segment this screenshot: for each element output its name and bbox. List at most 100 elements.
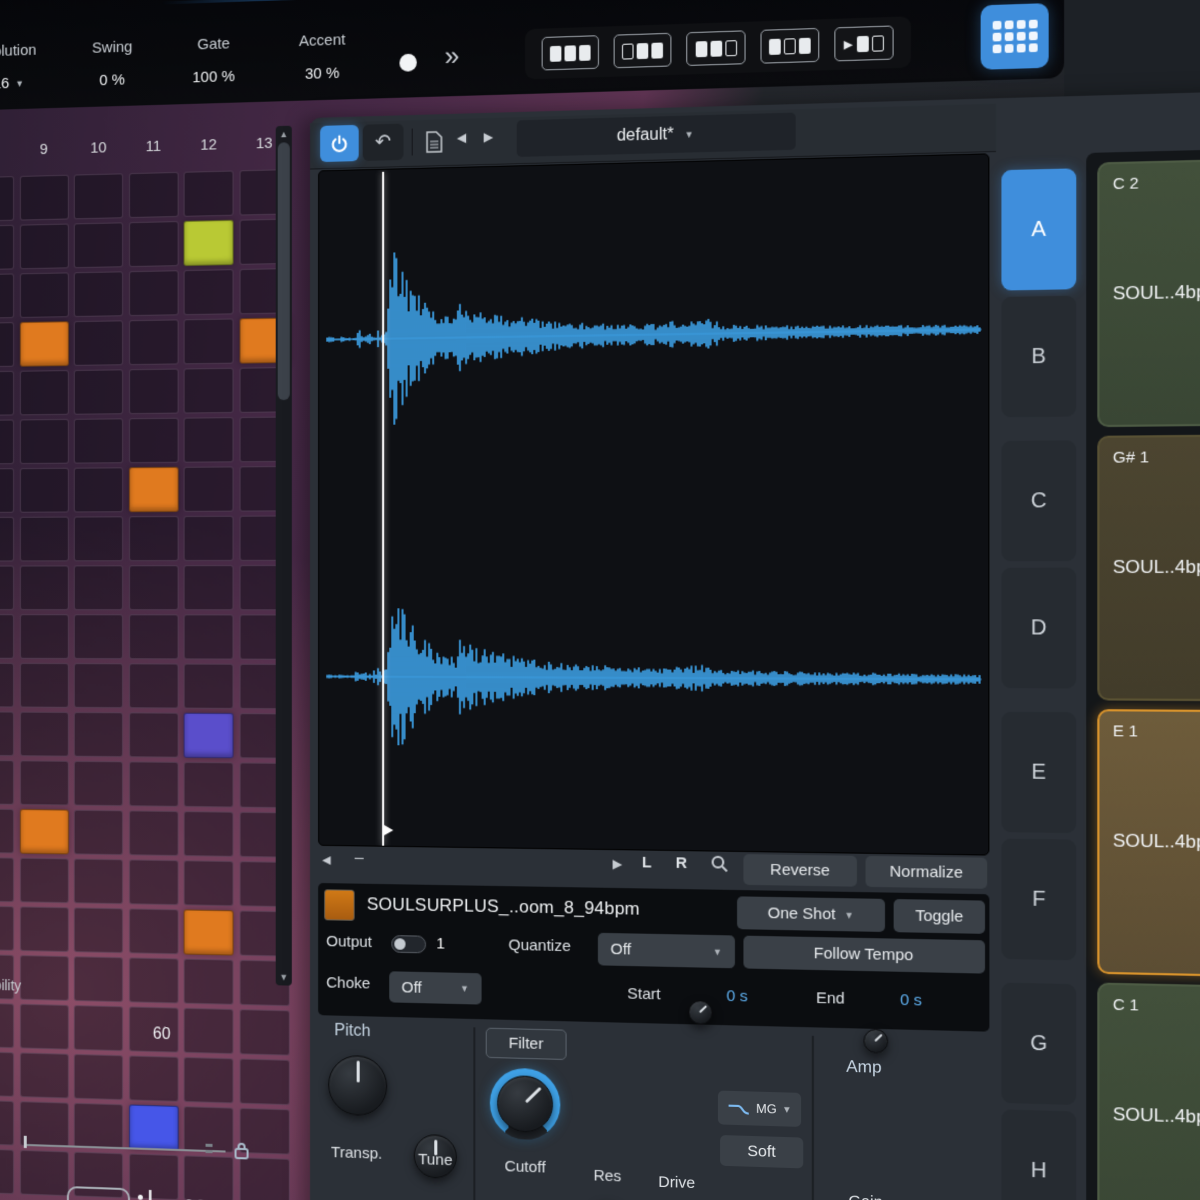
step-cell[interactable] xyxy=(129,859,179,905)
step-cell[interactable] xyxy=(184,516,234,561)
step-cell[interactable] xyxy=(239,1009,289,1056)
step-cell[interactable] xyxy=(19,906,68,952)
step-cell[interactable] xyxy=(184,1155,234,1200)
probability-value[interactable]: 60 xyxy=(140,1025,184,1045)
step-cell[interactable] xyxy=(0,371,14,416)
step-cell[interactable] xyxy=(74,1005,123,1051)
resolution-dropdown[interactable]: 1/16 ▼ xyxy=(0,74,24,93)
transpose-knob[interactable] xyxy=(328,1055,387,1117)
step-cell[interactable] xyxy=(129,810,179,856)
step-cell[interactable] xyxy=(0,663,14,708)
quantize-dropdown[interactable]: Off ▼ xyxy=(598,933,735,968)
step-cell[interactable] xyxy=(0,322,14,367)
step-cell[interactable] xyxy=(19,1101,68,1147)
step-cell[interactable] xyxy=(74,173,123,219)
sample-pad[interactable]: C 1SOUL..4bpm xyxy=(1097,982,1200,1200)
step-cell[interactable] xyxy=(74,565,123,610)
step-cell[interactable] xyxy=(0,711,14,756)
step-cell[interactable] xyxy=(74,320,123,366)
one-shot-dropdown[interactable]: One Shot ▼ xyxy=(737,896,885,932)
step-cell[interactable] xyxy=(74,467,123,512)
step-cell[interactable] xyxy=(129,270,179,316)
step-cell[interactable] xyxy=(184,318,234,364)
filter-section-button[interactable]: Filter xyxy=(486,1028,567,1060)
step-cell[interactable] xyxy=(74,271,123,317)
step-cell[interactable] xyxy=(19,1150,68,1196)
step-cell[interactable] xyxy=(184,713,234,759)
step-cell[interactable] xyxy=(184,466,234,511)
undo-button[interactable]: ↶ xyxy=(363,124,404,161)
scrollbar-thumb[interactable] xyxy=(278,142,290,400)
step-cell[interactable] xyxy=(184,1057,234,1104)
step-cell[interactable] xyxy=(184,170,234,216)
pad-mode-button[interactable] xyxy=(981,3,1049,70)
step-cell[interactable] xyxy=(19,370,68,415)
toggle-button[interactable]: Toggle xyxy=(894,899,985,934)
accent-dot-button[interactable] xyxy=(399,54,416,72)
scroll-left-icon[interactable]: ◀ xyxy=(322,853,331,867)
step-cell[interactable] xyxy=(0,468,14,513)
step-cell[interactable] xyxy=(19,614,68,659)
step-cell[interactable] xyxy=(129,614,179,659)
step-cell[interactable] xyxy=(239,1058,289,1105)
step-cell[interactable] xyxy=(0,517,14,562)
cutoff-knob[interactable] xyxy=(490,1067,561,1140)
step-cell[interactable] xyxy=(0,857,14,902)
pattern-variation-button-3[interactable] xyxy=(687,30,746,66)
step-cell[interactable] xyxy=(74,222,123,268)
step-cell[interactable] xyxy=(129,418,179,463)
step-cell[interactable] xyxy=(0,614,14,659)
end-knob[interactable] xyxy=(863,1029,888,1054)
play-sample-icon[interactable]: ▶ xyxy=(613,856,623,871)
sample-pad[interactable]: C 2SOUL..4bpm xyxy=(1097,159,1200,427)
step-cell[interactable] xyxy=(19,955,68,1001)
step-cell[interactable] xyxy=(74,516,123,561)
step-cell[interactable] xyxy=(0,176,14,222)
step-cell[interactable] xyxy=(0,1148,14,1194)
step-cell[interactable] xyxy=(184,664,234,709)
pattern-variation-button-4[interactable] xyxy=(760,28,819,64)
step-cell[interactable] xyxy=(74,369,123,414)
step-cell[interactable] xyxy=(184,1008,234,1054)
step-cell[interactable] xyxy=(74,418,123,463)
step-cell[interactable] xyxy=(19,1052,68,1098)
step-cell[interactable] xyxy=(129,369,179,415)
slider-handle[interactable] xyxy=(24,1136,27,1148)
step-cell[interactable] xyxy=(184,565,234,610)
swing-value[interactable]: 0 % xyxy=(81,71,144,90)
step-cell[interactable] xyxy=(129,565,179,610)
step-cell[interactable] xyxy=(0,1051,14,1097)
step-cell[interactable] xyxy=(129,761,179,807)
pad-letter-tab[interactable]: F xyxy=(1001,839,1076,961)
pad-letter-tab[interactable]: B xyxy=(1001,296,1076,418)
step-cell[interactable] xyxy=(19,468,68,513)
step-cell[interactable] xyxy=(129,908,179,954)
file-menu-button[interactable] xyxy=(420,126,449,156)
step-cell[interactable] xyxy=(19,760,68,805)
pad-letter-tab[interactable]: A xyxy=(1001,168,1076,290)
step-cell[interactable] xyxy=(74,761,123,806)
step-cell[interactable] xyxy=(0,419,14,464)
power-button[interactable] xyxy=(320,125,359,162)
step-cell[interactable] xyxy=(129,467,179,512)
left-channel-label[interactable]: L xyxy=(642,854,652,872)
prev-preset-icon[interactable]: ◀ xyxy=(457,130,467,145)
step-cell[interactable] xyxy=(74,1054,123,1100)
step-cell[interactable] xyxy=(74,956,123,1002)
step-cell[interactable] xyxy=(129,1104,179,1151)
pad-letter-tab[interactable]: E xyxy=(1001,712,1076,833)
step-cell[interactable] xyxy=(184,959,234,1005)
step-cell[interactable] xyxy=(74,907,123,953)
step-cell[interactable] xyxy=(74,810,123,856)
step-cell[interactable] xyxy=(74,663,123,708)
step-cell[interactable] xyxy=(19,321,68,366)
step-cell[interactable] xyxy=(184,417,234,463)
step-cell[interactable] xyxy=(0,225,14,271)
step-cell[interactable] xyxy=(184,614,234,659)
step-cell[interactable] xyxy=(184,220,234,266)
waveform-display[interactable] xyxy=(318,153,989,855)
sequencer-scrollbar[interactable]: ▲ ▼ xyxy=(276,126,292,986)
start-knob[interactable] xyxy=(688,1000,712,1025)
playhead[interactable] xyxy=(382,172,384,846)
pad-letter-tab[interactable]: G xyxy=(1001,983,1076,1105)
